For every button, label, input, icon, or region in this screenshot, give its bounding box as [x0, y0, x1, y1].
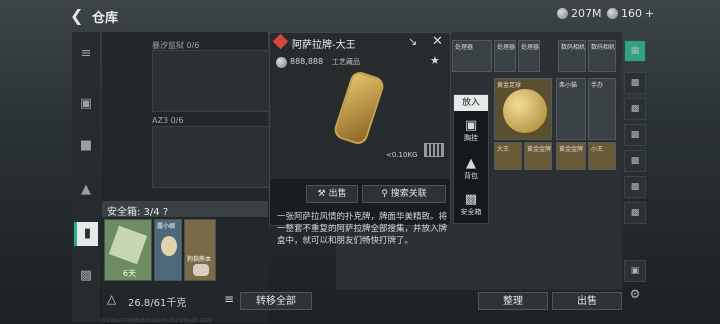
item-thumb[interactable]: 数码相机 [588, 40, 616, 72]
backpack-icon: ▲ [466, 156, 476, 171]
weapon-icon[interactable]: ≡ [74, 42, 98, 66]
item-thumb[interactable]: 数码相机 [558, 40, 586, 72]
tab-icon[interactable]: ▩ [624, 176, 646, 198]
item-preview: 888,888 工艺藏品 ★ <0.10KG [270, 51, 450, 179]
star-icon[interactable]: ★ [430, 54, 440, 67]
close-icon[interactable]: ✕ [432, 34, 443, 49]
helmet-icon[interactable]: ▲ [74, 178, 98, 202]
item-description: 一张阿萨拉风情的扑克牌，牌面华美精致。将一整套不重复的阿萨拉牌全部搜集，并放入牌… [277, 212, 448, 246]
item-thumb[interactable]: 处理器 [494, 40, 516, 72]
tab-icon[interactable]: ▩ [624, 98, 646, 120]
gallery-icon[interactable]: ▣ [624, 260, 646, 282]
safebox-label: 安全箱: 3/4 ? [107, 207, 169, 218]
right-nav: ▦ ▩ ▩ ▩ ▩ ▩ ▩ ▣ ⚙ [624, 32, 646, 301]
item-card-figure[interactable]: 露小绸 [154, 219, 182, 281]
tab-icon[interactable]: ▩ [624, 124, 646, 146]
weight-value: 26.8/61千克 [128, 298, 187, 309]
put-in-header: 放入 [454, 95, 488, 111]
safebox-icon[interactable]: ▮ [74, 222, 98, 246]
search-related-button[interactable]: ⚲ 搜索关联 [362, 185, 446, 203]
item-weight: <0.10KG [386, 151, 418, 159]
transfer-all-button[interactable]: 转移全部 [240, 292, 312, 310]
rarity-icon [272, 33, 289, 50]
tab-icon[interactable]: ▩ [624, 202, 646, 224]
item-thumb[interactable]: 黄金金牌 [556, 142, 586, 170]
header: ❮ 仓库 207M 160 + [0, 0, 720, 30]
item-card-bear[interactable]: 狗指熊本 [184, 219, 216, 281]
put-in-safebox[interactable]: ▩ 安全箱 [454, 189, 488, 225]
put-in-vest[interactable]: ▣ 胸挂 [454, 115, 488, 151]
page-title: 仓库 [92, 11, 119, 26]
figure-item-image [161, 236, 177, 256]
item-price: 888,888 [290, 57, 324, 66]
safebox-icon: ▩ [464, 192, 478, 207]
item-thumb-gold-ball[interactable]: 黄金足球 [494, 78, 552, 140]
scan-id: ID:1962274065319519975 2025/06/16 2024 [100, 318, 213, 324]
gear-icon[interactable]: ⚙ [624, 284, 646, 306]
coin-icon [276, 57, 287, 68]
item-thumb[interactable]: 小王 [588, 142, 616, 170]
coin-icon [557, 8, 568, 19]
tab-icon[interactable]: ▩ [624, 72, 646, 94]
card-item-image [332, 69, 386, 147]
box-label-2: AZ3 0/6 [152, 116, 184, 125]
left-nav: ≡ ▣ ■ ▲ ▮ ▩ [72, 32, 100, 322]
storage-tab-icon[interactable]: ▦ [624, 40, 646, 62]
item-thumb[interactable]: 弗小猫 [556, 78, 586, 140]
list-icon[interactable]: ≡ [224, 292, 234, 306]
back-icon[interactable]: ❮ [70, 6, 83, 25]
put-in-menu: 放入 ▣ 胸挂 ▲ 背包 ▩ 安全箱 [453, 94, 489, 224]
item-thumb[interactable]: 处理器 [452, 40, 492, 72]
tidy-button[interactable]: 整理 [478, 292, 548, 310]
item-name: 阿萨拉牌-大王 [292, 40, 356, 51]
chip-item-image [108, 225, 148, 265]
box-grid-1[interactable] [152, 50, 282, 112]
put-in-backpack[interactable]: ▲ 背包 [454, 153, 488, 189]
weight-icon: △ [107, 292, 117, 306]
case-icon[interactable]: ▩ [74, 264, 98, 288]
plus-icon[interactable]: + [645, 7, 654, 20]
popup-header: 阿萨拉牌-大王 ↘ ✕ [270, 33, 450, 51]
item-thumb-king-card[interactable]: 大王 [494, 142, 522, 170]
hammer-icon: ⚒ [317, 189, 329, 199]
item-thumb[interactable]: 处理器 [518, 40, 540, 72]
currency-premium[interactable]: 160 + [607, 7, 654, 20]
item-thumb[interactable]: 黄金金牌 [524, 142, 552, 170]
item-thumb[interactable]: 手办 [588, 78, 616, 140]
safebox-bar: 安全箱: 3/4 ? [102, 201, 268, 218]
item-card-chip[interactable]: 6天 [104, 219, 152, 281]
box-grid-2[interactable] [152, 126, 282, 188]
gold-ball-image [503, 89, 547, 133]
search-icon: ⚲ [381, 189, 391, 199]
premium-coin-icon [607, 8, 618, 19]
vest-icon[interactable]: ▣ [74, 92, 98, 116]
vest-icon: ▣ [464, 118, 478, 133]
collapse-icon[interactable]: ↘ [408, 35, 417, 48]
item-tag: 工艺藏品 [332, 58, 360, 66]
sell-all-button[interactable]: 出售 [552, 292, 622, 310]
bear-item-image [193, 264, 209, 276]
tab-icon[interactable]: ▩ [624, 150, 646, 172]
currency-coins: 207M [557, 7, 602, 20]
sell-button[interactable]: ⚒ 出售 [306, 185, 358, 203]
grid-size-icon [424, 143, 444, 157]
item-detail-popup: 阿萨拉牌-大王 ↘ ✕ 888,888 工艺藏品 ★ <0.10KG ⚒ 出售 … [269, 32, 451, 246]
item-timer: 6天 [123, 269, 137, 278]
armor-icon[interactable]: ■ [74, 134, 98, 158]
